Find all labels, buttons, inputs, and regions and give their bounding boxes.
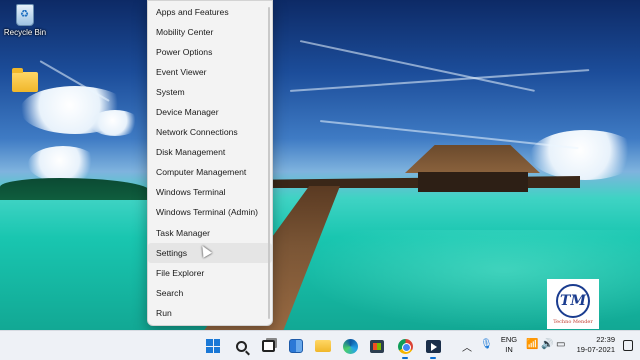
clock-date: 19-07-2021 [576, 345, 615, 354]
taskbar-start-button[interactable] [203, 336, 223, 356]
island [0, 178, 150, 200]
recorder-icon [425, 339, 441, 353]
menu-item-search[interactable]: Search [148, 283, 272, 303]
taskbar-chrome-button[interactable] [395, 336, 415, 359]
taskbar-recorder-button[interactable] [423, 336, 443, 359]
search-icon [235, 340, 247, 352]
menu-item-disk-management[interactable]: Disk Management [148, 142, 272, 162]
cloud-streak [289, 69, 590, 92]
menu-item-apps-and-features[interactable]: Apps and Features [148, 2, 272, 22]
desktop-wallpaper [0, 0, 640, 330]
taskbar-widgets-button[interactable] [286, 336, 306, 356]
store-icon [370, 339, 384, 353]
menu-item-windows-terminal-admin[interactable]: Windows Terminal (Admin) [148, 202, 272, 222]
notification-center-icon[interactable] [623, 340, 633, 351]
menu-item-mobility-center[interactable]: Mobility Center [148, 22, 272, 42]
taskbar: ︿ 🎙 ENG IN 📶 🔊 ▭ 22:39 19-07-2021 [0, 330, 640, 360]
menu-item-system[interactable]: System [148, 82, 272, 102]
menu-item-run[interactable]: Run [148, 303, 272, 323]
folder-icon [315, 340, 331, 352]
hut-roof [405, 145, 540, 173]
chrome-icon [397, 338, 413, 354]
windows-start-icon [206, 339, 220, 353]
clock[interactable]: 22:39 19-07-2021 [571, 335, 615, 355]
winx-quick-link-menu: Apps and Features Mobility Center Power … [147, 0, 273, 326]
menu-item-network-connections[interactable]: Network Connections [148, 122, 272, 142]
taskbar-store-button[interactable] [367, 336, 387, 356]
techno-mender-watermark: TM Techno Mender [547, 279, 599, 329]
menu-item-windows-terminal[interactable]: Windows Terminal [148, 182, 272, 202]
menu-item-file-explorer[interactable]: File Explorer [148, 263, 272, 283]
menu-item-task-manager[interactable]: Task Manager [148, 223, 272, 243]
language-code: ENG [500, 335, 518, 344]
recycle-bin-icon [16, 4, 34, 26]
desktop-icon-folder[interactable] [2, 68, 48, 92]
taskbar-file-explorer-button[interactable] [313, 336, 333, 356]
wifi-icon[interactable]: 📶 [526, 339, 538, 350]
taskbar-edge-button[interactable] [340, 336, 360, 356]
desktop-icon-recycle-bin[interactable]: Recycle Bin [2, 4, 48, 37]
menu-item-computer-management[interactable]: Computer Management [148, 162, 272, 182]
menu-item-event-viewer[interactable]: Event Viewer [148, 62, 272, 82]
task-view-icon [261, 340, 275, 352]
cloud-streak [319, 120, 579, 150]
taskbar-task-view-button[interactable] [258, 336, 278, 356]
cloud-streak [299, 40, 535, 92]
menu-item-device-manager[interactable]: Device Manager [148, 102, 272, 122]
cloud [530, 130, 640, 180]
cloud [28, 146, 98, 182]
desktop-icon-label: Recycle Bin [3, 28, 47, 37]
cloud [90, 110, 140, 136]
folder-icon [12, 68, 38, 92]
taskbar-search-button[interactable] [231, 336, 251, 356]
menu-item-power-options[interactable]: Power Options [148, 42, 272, 62]
language-indicator[interactable]: ENG IN [499, 335, 519, 355]
menu-scrollbar[interactable] [268, 7, 270, 319]
edge-icon [342, 338, 358, 354]
hut-body [418, 172, 528, 192]
clock-time: 22:39 [596, 335, 615, 344]
widgets-icon [289, 339, 303, 353]
watermark-monogram: TM [556, 283, 590, 318]
volume-icon[interactable]: 🔊 [541, 339, 553, 350]
watermark-text: Techno Mender [553, 318, 593, 325]
show-hidden-icons-chevron-icon[interactable]: ︿ [462, 339, 472, 354]
language-region: IN [505, 345, 513, 354]
microphone-icon[interactable]: 🎙 [480, 339, 493, 350]
battery-icon[interactable]: ▭ [556, 339, 565, 350]
